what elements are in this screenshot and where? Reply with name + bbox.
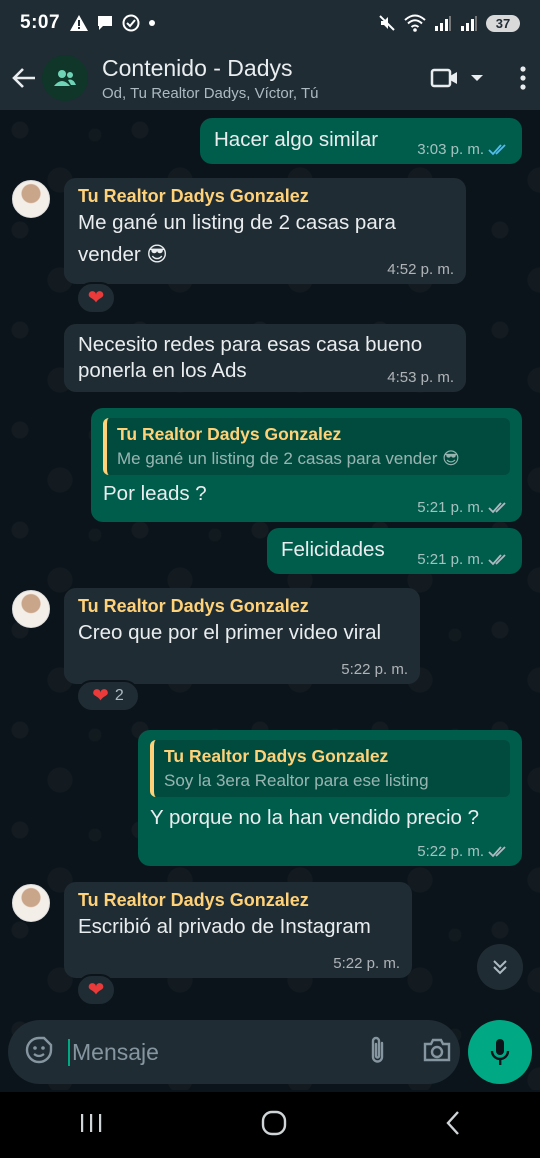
recents-icon [81,1113,102,1132]
quoted-message[interactable]: Tu Realtor Dadys Gonzalez Me gané un lis… [103,418,510,475]
check-circle-icon [122,14,140,32]
message-bubble-outgoing[interactable]: Hacer algo similar 3:03 p. m. [200,118,522,164]
quoted-text: Soy la 3era Realtor para ese listing [164,771,429,790]
recent-apps-button[interactable] [79,1112,103,1139]
caret-down-icon [471,75,483,81]
more-options-button[interactable] [520,66,526,90]
heart-icon: ❤ [87,287,105,309]
message-text: Escribió al privado de Instagram [78,915,371,938]
double-check-read-icon [488,143,506,155]
warning-icon [70,15,89,31]
arrow-left-icon [12,68,35,88]
quoted-text: Me gané un listing de 2 casas para vende… [117,449,460,468]
camera-icon [423,1038,451,1061]
quoted-message[interactable]: Tu Realtor Dadys Gonzalez Soy la 3era Re… [150,740,510,797]
signal-icon [435,16,451,31]
reaction-badge[interactable]: ❤ [76,974,116,1006]
chat-header: Contenido - Dadys Od, Tu Realtor Dadys, … [0,46,540,110]
sender-name: Tu Realtor Dadys Gonzalez [78,186,309,206]
message-bubble-outgoing[interactable]: Tu Realtor Dadys Gonzalez Me gané un lis… [91,408,522,522]
double-check-icon [488,553,506,565]
signal-icon-2 [461,16,477,31]
composer-bar [8,1020,460,1084]
emoji-button[interactable] [24,1035,54,1070]
paperclip-icon [371,1036,384,1063]
message-time: 5:22 p. m. [333,955,400,972]
group-avatar[interactable] [42,55,88,101]
sender-name: Tu Realtor Dadys Gonzalez [78,890,309,910]
sticker-smiley-icon [25,1036,53,1063]
double-chevron-down-icon [493,960,507,975]
dot-icon [149,20,156,26]
message-time: 5:21 p. m. [417,499,484,516]
attach-button[interactable] [368,1035,388,1070]
message-time: 5:21 p. m. [417,551,484,568]
video-call-button[interactable] [430,67,460,89]
message-list[interactable]: Hacer algo similar 3:03 p. m. Tu Realtor… [0,110,540,1020]
message-input[interactable] [68,1038,368,1066]
reaction-badge[interactable]: ❤ [76,282,116,314]
reaction-count: 2 [114,687,124,704]
status-bar: 5:07 37 [0,0,540,46]
message-time: 5:22 p. m. [417,843,484,860]
chat-participants: Od, Tu Realtor Dadys, Víctor, Tú [102,84,319,102]
message-text-line: Me gané un listing de 2 casas para [78,211,396,234]
message-bubble-incoming[interactable]: Necesito redes para esas casa bueno pone… [64,324,466,392]
quoted-sender: Tu Realtor Dadys Gonzalez [164,746,389,766]
back-nav-button[interactable] [445,1110,461,1141]
mute-icon [379,15,395,31]
group-icon [54,70,76,86]
message-time: 5:22 p. m. [341,661,408,678]
message-time: 4:52 p. m. [387,261,454,278]
message-text: Y porque no la han vendido precio ? [150,806,480,829]
heart-icon: ❤ [92,685,109,707]
quoted-sender: Tu Realtor Dadys Gonzalez [117,424,342,444]
message-bubble-outgoing[interactable]: Felicidades 5:21 p. m. [267,528,522,574]
sender-avatar[interactable] [12,180,50,218]
double-check-icon [488,845,506,857]
message-bubble-incoming[interactable]: Tu Realtor Dadys Gonzalez Creo que por e… [64,588,420,684]
video-camera-icon [430,68,457,88]
message-text-line: Necesito redes para esas casa bueno [78,333,423,356]
chat-bubble-icon [98,16,113,30]
microphone-icon [490,1039,510,1065]
heart-icon: ❤ [87,979,105,1001]
scroll-to-bottom-button[interactable] [477,944,523,990]
sender-avatar[interactable] [12,884,50,922]
system-navigation-bar [0,1092,540,1158]
wifi-icon [404,14,426,32]
reaction-badge[interactable]: ❤ 2 [76,680,140,712]
home-button[interactable] [261,1110,287,1141]
message-bubble-outgoing[interactable]: Tu Realtor Dadys Gonzalez Soy la 3era Re… [138,730,522,866]
voice-message-button[interactable] [468,1020,532,1084]
camera-button[interactable] [422,1037,452,1068]
message-text: Creo que por el primer video viral [78,621,382,644]
battery-indicator: 37 [486,14,520,32]
status-time: 5:07 [20,12,61,33]
chevron-left-icon [446,1110,459,1135]
message-time: 4:53 p. m. [387,369,454,386]
chat-title: Contenido - Dadys [102,54,293,81]
call-options-dropdown[interactable] [470,73,484,83]
home-icon [261,1110,287,1135]
chat-info[interactable]: Contenido - Dadys Od, Tu Realtor Dadys, … [102,55,430,102]
kebab-menu-icon [520,66,526,90]
message-time: 3:03 p. m. [417,141,484,158]
sender-avatar[interactable] [12,590,50,628]
message-bubble-incoming[interactable]: Tu Realtor Dadys Gonzalez Escribió al pr… [64,882,412,978]
sender-name: Tu Realtor Dadys Gonzalez [78,596,309,616]
double-check-icon [488,501,506,513]
back-button[interactable] [2,46,46,110]
message-bubble-incoming[interactable]: Tu Realtor Dadys Gonzalez Me gané un lis… [64,178,466,284]
